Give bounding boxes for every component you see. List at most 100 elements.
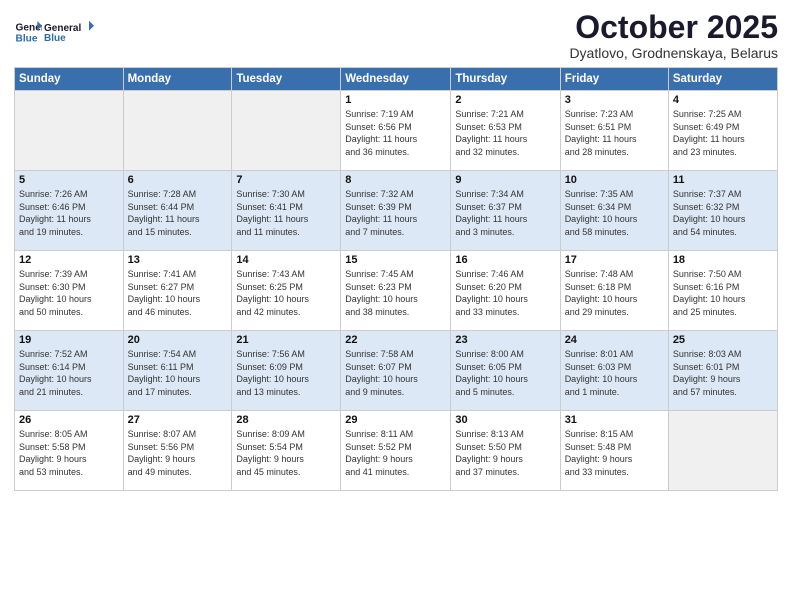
- day-number: 20: [128, 334, 228, 346]
- day-info: Sunrise: 7:56 AM Sunset: 6:09 PM Dayligh…: [236, 348, 336, 398]
- svg-text:Blue: Blue: [44, 33, 66, 44]
- day-number: 3: [565, 94, 664, 106]
- day-info: Sunrise: 8:11 AM Sunset: 5:52 PM Dayligh…: [345, 428, 446, 478]
- day-info: Sunrise: 7:50 AM Sunset: 6:16 PM Dayligh…: [673, 268, 773, 318]
- table-row: 25 Sunrise: 8:03 AM Sunset: 6:01 PM Dayli…: [668, 331, 777, 411]
- day-info: Sunrise: 7:21 AM Sunset: 6:53 PM Dayligh…: [455, 108, 555, 158]
- table-row: [123, 91, 232, 171]
- day-number: 9: [455, 174, 555, 186]
- calendar-week-row: 1 Sunrise: 7:19 AM Sunset: 6:56 PM Daylig…: [15, 91, 778, 171]
- day-info: Sunrise: 7:48 AM Sunset: 6:18 PM Dayligh…: [565, 268, 664, 318]
- title-block: October 2025 Dyatlovo, Grodnenskaya, Bel…: [569, 10, 778, 61]
- day-info: Sunrise: 7:37 AM Sunset: 6:32 PM Dayligh…: [673, 188, 773, 238]
- day-number: 1: [345, 94, 446, 106]
- day-number: 23: [455, 334, 555, 346]
- day-info: Sunrise: 7:45 AM Sunset: 6:23 PM Dayligh…: [345, 268, 446, 318]
- day-number: 11: [673, 174, 773, 186]
- day-info: Sunrise: 8:07 AM Sunset: 5:56 PM Dayligh…: [128, 428, 228, 478]
- day-number: 13: [128, 254, 228, 266]
- table-row: 6 Sunrise: 7:28 AM Sunset: 6:44 PM Daylig…: [123, 171, 232, 251]
- table-row: 12 Sunrise: 7:39 AM Sunset: 6:30 PM Dayli…: [15, 251, 124, 331]
- calendar-week-row: 19Sunrise: 7:52 AM Sunset: 6:14 PM Dayli…: [15, 331, 778, 411]
- month-title: October 2025: [569, 10, 778, 45]
- day-number: 4: [673, 94, 773, 106]
- day-info: Sunrise: 7:58 AM Sunset: 6:07 PM Dayligh…: [345, 348, 446, 398]
- day-number: 17: [565, 254, 664, 266]
- table-row: 21Sunrise: 7:56 AM Sunset: 6:09 PM Dayli…: [232, 331, 341, 411]
- day-info: Sunrise: 7:41 AM Sunset: 6:27 PM Dayligh…: [128, 268, 228, 318]
- table-row: 17 Sunrise: 7:48 AM Sunset: 6:18 PM Dayli…: [560, 251, 668, 331]
- table-row: 2 Sunrise: 7:21 AM Sunset: 6:53 PM Daylig…: [451, 91, 560, 171]
- logo-graphic: General Blue: [44, 14, 94, 50]
- day-number: 25: [673, 334, 773, 346]
- table-row: 3Sunrise: 7:23 AM Sunset: 6:51 PM Daylig…: [560, 91, 668, 171]
- logo-icon: General Blue: [14, 18, 42, 46]
- table-row: 7 Sunrise: 7:30 AM Sunset: 6:41 PM Daylig…: [232, 171, 341, 251]
- day-number: 26: [19, 414, 119, 426]
- day-number: 29: [345, 414, 446, 426]
- day-info: Sunrise: 7:34 AM Sunset: 6:37 PM Dayligh…: [455, 188, 555, 238]
- day-info: Sunrise: 7:26 AM Sunset: 6:46 PM Dayligh…: [19, 188, 119, 238]
- day-info: Sunrise: 7:32 AM Sunset: 6:39 PM Dayligh…: [345, 188, 446, 238]
- table-row: 23Sunrise: 8:00 AM Sunset: 6:05 PM Dayli…: [451, 331, 560, 411]
- day-info: Sunrise: 8:03 AM Sunset: 6:01 PM Dayligh…: [673, 348, 773, 398]
- day-number: 22: [345, 334, 446, 346]
- day-number: 28: [236, 414, 336, 426]
- day-number: 14: [236, 254, 336, 266]
- day-info: Sunrise: 7:28 AM Sunset: 6:44 PM Dayligh…: [128, 188, 228, 238]
- calendar-table: Sunday Monday Tuesday Wednesday Thursday…: [14, 67, 778, 491]
- table-row: 1 Sunrise: 7:19 AM Sunset: 6:56 PM Daylig…: [341, 91, 451, 171]
- header-monday: Monday: [123, 68, 232, 91]
- header-saturday: Saturday: [668, 68, 777, 91]
- svg-text:General: General: [44, 23, 81, 34]
- page: General Blue General Blue October 2025 D…: [0, 0, 792, 612]
- day-number: 24: [565, 334, 664, 346]
- header-friday: Friday: [560, 68, 668, 91]
- day-info: Sunrise: 7:46 AM Sunset: 6:20 PM Dayligh…: [455, 268, 555, 318]
- day-info: Sunrise: 7:25 AM Sunset: 6:49 PM Dayligh…: [673, 108, 773, 158]
- day-number: 19: [19, 334, 119, 346]
- table-row: 15Sunrise: 7:45 AM Sunset: 6:23 PM Dayli…: [341, 251, 451, 331]
- day-number: 16: [455, 254, 555, 266]
- table-row: 18 Sunrise: 7:50 AM Sunset: 6:16 PM Dayli…: [668, 251, 777, 331]
- day-number: 31: [565, 414, 664, 426]
- table-row: 9 Sunrise: 7:34 AM Sunset: 6:37 PM Daylig…: [451, 171, 560, 251]
- table-row: 19Sunrise: 7:52 AM Sunset: 6:14 PM Dayli…: [15, 331, 124, 411]
- header: General Blue General Blue October 2025 D…: [14, 10, 778, 61]
- day-info: Sunrise: 7:39 AM Sunset: 6:30 PM Dayligh…: [19, 268, 119, 318]
- table-row: 14 Sunrise: 7:43 AM Sunset: 6:25 PM Dayli…: [232, 251, 341, 331]
- calendar-week-row: 5 Sunrise: 7:26 AM Sunset: 6:46 PM Daylig…: [15, 171, 778, 251]
- table-row: 24 Sunrise: 8:01 AM Sunset: 6:03 PM Dayli…: [560, 331, 668, 411]
- day-number: 7: [236, 174, 336, 186]
- table-row: 16 Sunrise: 7:46 AM Sunset: 6:20 PM Dayli…: [451, 251, 560, 331]
- day-info: Sunrise: 8:13 AM Sunset: 5:50 PM Dayligh…: [455, 428, 555, 478]
- day-info: Sunrise: 7:19 AM Sunset: 6:56 PM Dayligh…: [345, 108, 446, 158]
- day-number: 27: [128, 414, 228, 426]
- day-number: 8: [345, 174, 446, 186]
- table-row: [668, 411, 777, 491]
- table-row: 4 Sunrise: 7:25 AM Sunset: 6:49 PM Daylig…: [668, 91, 777, 171]
- day-number: 18: [673, 254, 773, 266]
- table-row: 27 Sunrise: 8:07 AM Sunset: 5:56 PM Dayli…: [123, 411, 232, 491]
- table-row: 11 Sunrise: 7:37 AM Sunset: 6:32 PM Dayli…: [668, 171, 777, 251]
- table-row: 31Sunrise: 8:15 AM Sunset: 5:48 PM Dayli…: [560, 411, 668, 491]
- day-info: Sunrise: 7:35 AM Sunset: 6:34 PM Dayligh…: [565, 188, 664, 238]
- table-row: 26Sunrise: 8:05 AM Sunset: 5:58 PM Dayli…: [15, 411, 124, 491]
- day-info: Sunrise: 8:09 AM Sunset: 5:54 PM Dayligh…: [236, 428, 336, 478]
- day-number: 6: [128, 174, 228, 186]
- day-info: Sunrise: 7:30 AM Sunset: 6:41 PM Dayligh…: [236, 188, 336, 238]
- table-row: 30Sunrise: 8:13 AM Sunset: 5:50 PM Dayli…: [451, 411, 560, 491]
- day-info: Sunrise: 7:43 AM Sunset: 6:25 PM Dayligh…: [236, 268, 336, 318]
- table-row: 28 Sunrise: 8:09 AM Sunset: 5:54 PM Dayli…: [232, 411, 341, 491]
- day-info: Sunrise: 8:01 AM Sunset: 6:03 PM Dayligh…: [565, 348, 664, 398]
- table-row: 10Sunrise: 7:35 AM Sunset: 6:34 PM Dayli…: [560, 171, 668, 251]
- calendar-week-row: 12 Sunrise: 7:39 AM Sunset: 6:30 PM Dayli…: [15, 251, 778, 331]
- day-number: 12: [19, 254, 119, 266]
- subtitle: Dyatlovo, Grodnenskaya, Belarus: [569, 45, 778, 61]
- day-number: 2: [455, 94, 555, 106]
- calendar-week-row: 26Sunrise: 8:05 AM Sunset: 5:58 PM Dayli…: [15, 411, 778, 491]
- table-row: 5 Sunrise: 7:26 AM Sunset: 6:46 PM Daylig…: [15, 171, 124, 251]
- day-number: 5: [19, 174, 119, 186]
- table-row: [232, 91, 341, 171]
- table-row: 8 Sunrise: 7:32 AM Sunset: 6:39 PM Daylig…: [341, 171, 451, 251]
